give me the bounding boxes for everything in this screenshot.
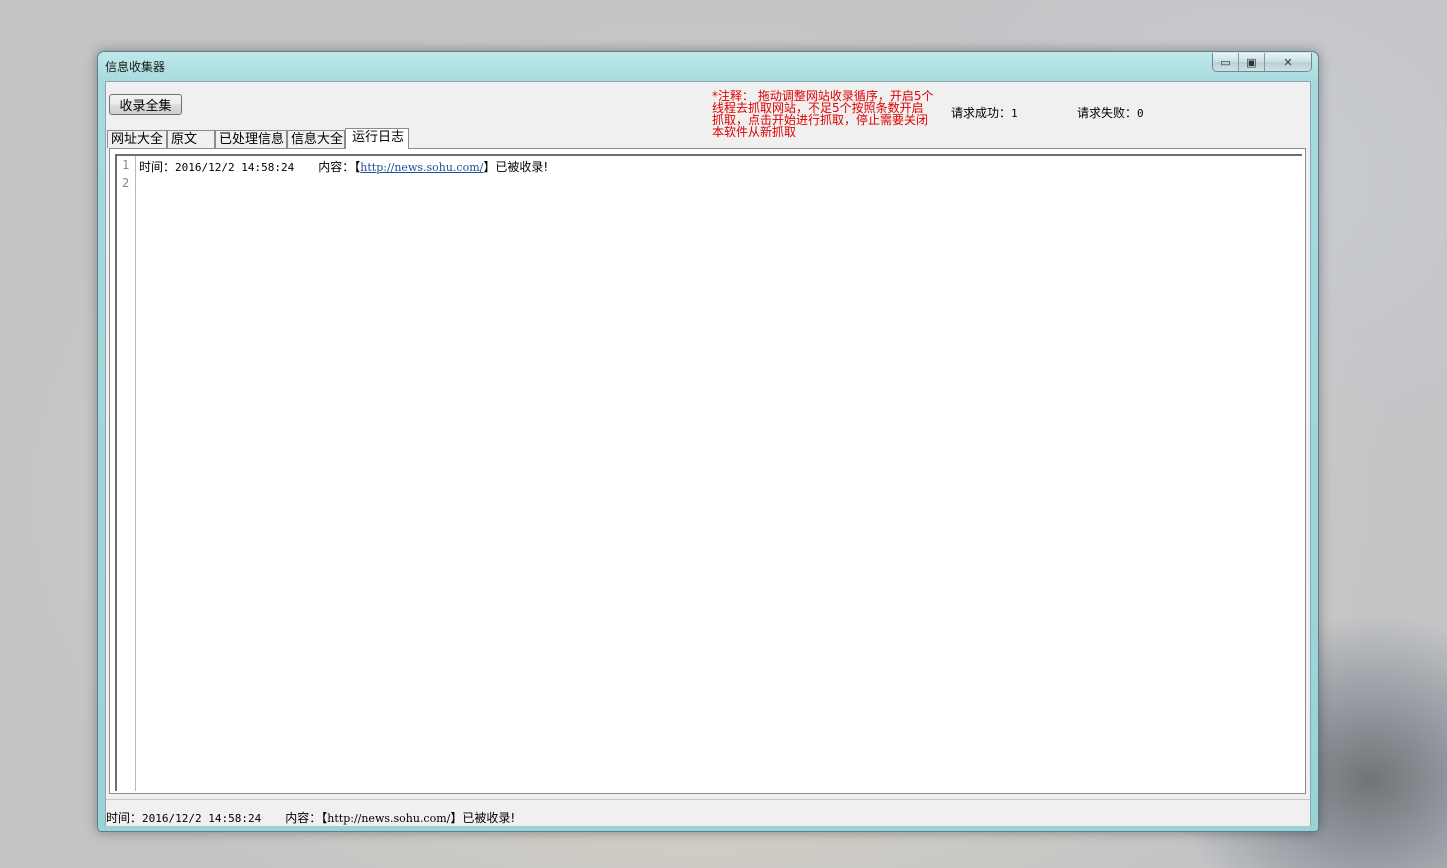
line-number: 2 [122,176,130,190]
status-bar: 时间：2016/12/2 14:58:24 内容：【http://news.soh… [106,799,1310,826]
log-line: 时间：2016/12/2 14:58:24 内容：【http://news.soh… [139,158,548,175]
status-content-label: 内容： [285,811,322,825]
close-icon: ✕ [1283,55,1293,69]
tab-url-list[interactable]: 网址大全 [107,130,167,148]
status-text: 时间：2016/12/2 14:58:24 内容：【http://news.soh… [106,809,515,826]
status-time-label: 时间： [106,811,143,825]
tab-original-text[interactable]: 原文 [167,130,215,148]
log-content-label: 内容： [318,160,355,174]
line-number: 1 [122,158,130,172]
window-title: 信息收集器 [105,60,166,74]
log-time-value: 2016/12/2 14:58:24 [175,161,295,174]
request-success-label: 请求成功： [951,106,1012,120]
log-time-label: 时间： [139,160,176,174]
log-url-link[interactable]: http://news.sohu.com/ [360,161,483,174]
tab-run-log[interactable]: 运行日志 [345,128,409,149]
minimize-icon: ▭ [1220,55,1231,69]
request-fail-label: 请求失败： [1077,106,1138,120]
instruction-note: *注释： 拖动调整网站收录循序，开启5个线程去抓取网站，不足5个按照条数开启抓取… [712,89,934,139]
log-editor[interactable]: 1 2 时间：2016/12/2 14:58:24 内容：【http://news… [115,154,1302,791]
collect-all-button[interactable]: 收录全集 [109,94,182,115]
request-fail-stat: 请求失败：0 [1077,104,1144,121]
maximize-button[interactable]: ▣ [1239,53,1265,71]
minimize-button[interactable]: ▭ [1213,53,1239,71]
request-success-count: 1 [1011,107,1018,120]
client-area: 收录全集 *注释： 拖动调整网站收录循序，开启5个线程去抓取网站，不足5个按照条… [105,81,1311,826]
request-success-stat: 请求成功：1 [951,104,1018,121]
tab-info-list[interactable]: 信息大全 [287,130,345,148]
window-controls: ▭ ▣ ✕ [1212,53,1312,72]
tab-processed-info[interactable]: 已处理信息 [215,130,287,148]
close-button[interactable]: ✕ [1265,53,1311,71]
request-fail-count: 0 [1137,107,1144,120]
app-window: 信息收集器 ▭ ▣ ✕ 收录全集 *注释： 拖动调整网站收录循序，开启5个线程去… [97,51,1319,832]
log-result-text: 】已被收录! [483,160,549,174]
status-time-value: 2016/12/2 14:58:24 [142,812,262,825]
maximize-icon: ▣ [1246,55,1257,69]
run-log-panel: 1 2 时间：2016/12/2 14:58:24 内容：【http://news… [109,148,1306,794]
line-number-gutter: 1 2 [117,156,136,791]
status-result-text: 】已被收录! [450,811,516,825]
title-bar[interactable]: 信息收集器 ▭ ▣ ✕ [98,52,1318,80]
status-url: http://news.sohu.com/ [327,812,451,825]
